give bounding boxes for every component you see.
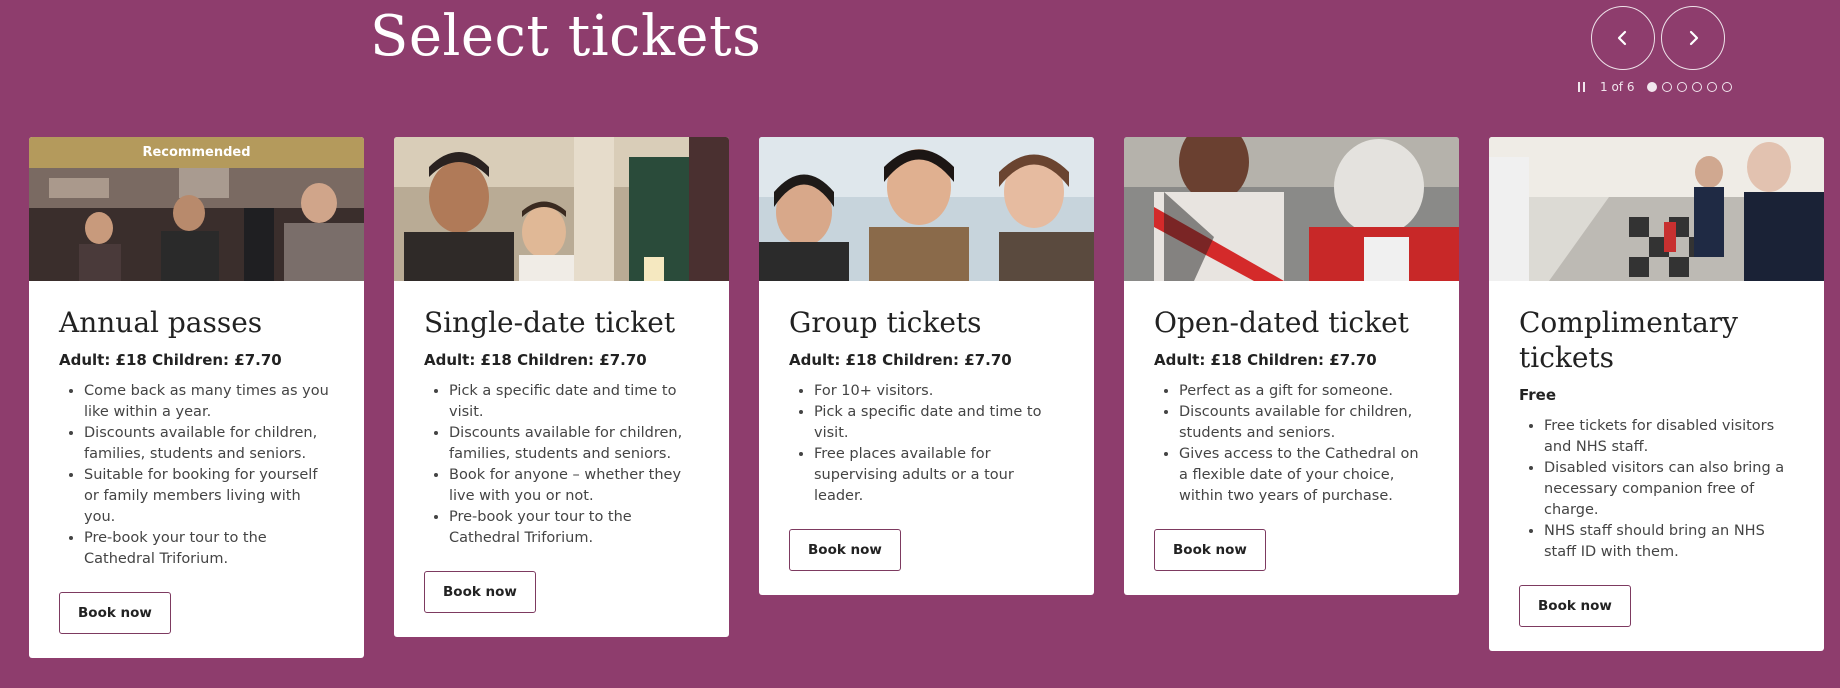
- card-image-group: [759, 137, 1094, 281]
- feature-item: Pre-book your tour to the Cathedral Trif…: [84, 528, 334, 570]
- carousel-dot[interactable]: [1692, 82, 1703, 92]
- page-title: Select tickets: [370, 4, 762, 69]
- feature-item: Pick a specific date and time to visit.: [814, 402, 1064, 444]
- book-now-button[interactable]: Book now: [789, 529, 901, 571]
- card-price: Adult: £18 Children: £7.70: [59, 351, 282, 369]
- carousel-dot[interactable]: [1662, 82, 1673, 92]
- card-title: Single-date ticket: [424, 306, 676, 339]
- pause-icon[interactable]: [1578, 82, 1585, 92]
- carousel-dot[interactable]: [1647, 82, 1658, 92]
- card-price: Adult: £18 Children: £7.70: [789, 351, 1012, 369]
- chevron-right-icon: [1689, 30, 1699, 46]
- card-price: Free: [1519, 386, 1557, 404]
- chevron-left-icon: [1617, 30, 1627, 46]
- book-now-button[interactable]: Book now: [1154, 529, 1266, 571]
- card-title: Group tickets: [789, 306, 982, 339]
- card-features: Free tickets for disabled visitors and N…: [1519, 416, 1794, 563]
- card-title: Open-dated ticket: [1154, 306, 1409, 339]
- feature-item: Pick a specific date and time to visit.: [449, 381, 699, 423]
- ticket-card-annual-passes: Recommended Annual passes Adult: £18 Chi…: [29, 137, 364, 658]
- carousel-dot[interactable]: [1722, 82, 1733, 92]
- ticket-card-complimentary: Complimentary tickets Free Free tickets …: [1489, 137, 1824, 651]
- card-image-visitors: [1489, 137, 1824, 281]
- card-image-family: [29, 168, 364, 281]
- card-price: Adult: £18 Children: £7.70: [424, 351, 647, 369]
- card-title: Complimentary tickets: [1519, 306, 1738, 374]
- carousel-dot[interactable]: [1707, 82, 1718, 92]
- card-title: Annual passes: [59, 306, 263, 339]
- feature-item: Gives access to the Cathedral on a flexi…: [1179, 444, 1429, 507]
- carousel-counter: 1 of 6: [1600, 80, 1635, 94]
- feature-item: Book for anyone – whether they live with…: [449, 465, 699, 507]
- feature-item: For 10+ visitors.: [814, 381, 1064, 402]
- book-now-button[interactable]: Book now: [59, 592, 171, 634]
- ticket-card-group: Group tickets Adult: £18 Children: £7.70…: [759, 137, 1094, 595]
- card-features: Perfect as a gift for someone.Discounts …: [1154, 381, 1429, 507]
- feature-item: Free places available for supervising ad…: [814, 444, 1064, 507]
- card-features: Come back as many times as you like with…: [59, 381, 334, 570]
- ticket-cards: Recommended Annual passes Adult: £18 Chi…: [29, 137, 1824, 658]
- carousel-dot[interactable]: [1677, 82, 1688, 92]
- feature-item: NHS staff should bring an NHS staff ID w…: [1544, 521, 1794, 563]
- recommended-badge: Recommended: [29, 137, 364, 168]
- carousel-nav: [1591, 6, 1725, 70]
- feature-item: Discounts available for children, famili…: [84, 423, 334, 465]
- carousel-prev-button[interactable]: [1591, 6, 1655, 70]
- card-features: Pick a specific date and time to visit.D…: [424, 381, 699, 549]
- feature-item: Free tickets for disabled visitors and N…: [1544, 416, 1794, 458]
- book-now-button[interactable]: Book now: [424, 571, 536, 613]
- feature-item: Discounts available for children, studen…: [1179, 402, 1429, 444]
- feature-item: Pre-book your tour to the Cathedral Trif…: [449, 507, 699, 549]
- card-features: For 10+ visitors.Pick a specific date an…: [789, 381, 1064, 507]
- feature-item: Perfect as a gift for someone.: [1179, 381, 1429, 402]
- card-image-guide: [1124, 137, 1459, 281]
- ticket-card-single-date: Single-date ticket Adult: £18 Children: …: [394, 137, 729, 637]
- book-now-button[interactable]: Book now: [1519, 585, 1631, 627]
- carousel-status: 1 of 6: [1578, 80, 1733, 94]
- card-price: Adult: £18 Children: £7.70: [1154, 351, 1377, 369]
- carousel-next-button[interactable]: [1661, 6, 1725, 70]
- feature-item: Come back as many times as you like with…: [84, 381, 334, 423]
- feature-item: Suitable for booking for yourself or fam…: [84, 465, 334, 528]
- card-image-father-child: [394, 137, 729, 281]
- feature-item: Disabled visitors can also bring a neces…: [1544, 458, 1794, 521]
- ticket-card-open-dated: Open-dated ticket Adult: £18 Children: £…: [1124, 137, 1459, 595]
- carousel-dots: [1647, 82, 1733, 92]
- feature-item: Discounts available for children, famili…: [449, 423, 699, 465]
